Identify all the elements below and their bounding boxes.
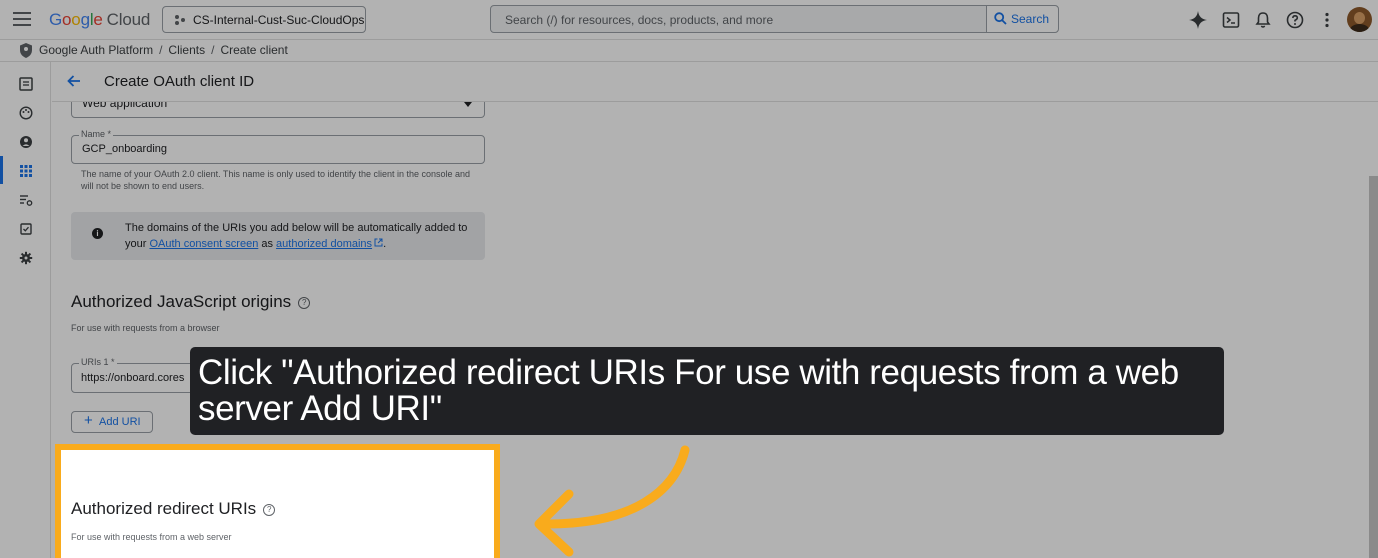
search-bar[interactable]: Search (/) for resources, docs, products…: [490, 5, 1059, 33]
project-icon: [175, 15, 185, 25]
clients-grid-icon[interactable]: [19, 164, 33, 178]
plus-icon: +: [84, 412, 93, 429]
branding-palette-icon[interactable]: [19, 106, 33, 120]
help-circle-icon[interactable]: ?: [298, 297, 311, 309]
domains-info-banner: i The domains of the URIs you add below …: [71, 212, 485, 260]
left-nav: [0, 62, 51, 558]
name-field-label: Name *: [79, 129, 114, 139]
breadcrumb-create-client: Create client: [220, 43, 288, 57]
settings-gear-icon[interactable]: [19, 251, 33, 265]
name-help-text: The name of your OAuth 2.0 client. This …: [81, 169, 471, 191]
redirect-uris-highlight[interactable]: Authorized redirect URIs? For use with r…: [55, 444, 500, 558]
oauth-consent-screen-link[interactable]: OAuth consent screen: [149, 238, 258, 250]
help-icon[interactable]: [1285, 10, 1305, 30]
js-origins-heading: Authorized JavaScript origins?: [71, 292, 311, 312]
search-input[interactable]: Search (/) for resources, docs, products…: [505, 13, 773, 27]
audience-person-icon[interactable]: [19, 135, 33, 149]
cloud-shell-icon[interactable]: [1221, 10, 1241, 30]
application-type-value: Web application: [82, 102, 168, 110]
more-vert-icon[interactable]: [1317, 10, 1337, 30]
name-field-value: GCP_onboarding: [82, 143, 168, 155]
add-js-origin-uri-button[interactable]: + Add URI: [71, 411, 153, 433]
overview-dashboard-icon[interactable]: [19, 77, 33, 91]
breadcrumb-google-auth-platform[interactable]: Google Auth Platform: [39, 43, 153, 57]
help-circle-icon[interactable]: ?: [263, 504, 276, 516]
gemini-sparkle-icon[interactable]: [1188, 10, 1208, 30]
top-bar: Google Cloud CS-Internal-Cust-Suc-CloudOp…: [0, 0, 1378, 40]
search-button[interactable]: Search: [986, 6, 1058, 32]
redirect-uris-subtitle: For use with requests from a web server: [71, 532, 232, 542]
breadcrumb: Google Auth Platform / Clients / Create clie…: [0, 40, 1378, 62]
shield-icon: [20, 43, 32, 58]
notifications-bell-icon[interactable]: [1253, 10, 1273, 30]
info-icon: i: [92, 228, 103, 239]
name-field[interactable]: Name * GCP_onboarding: [71, 129, 485, 164]
data-access-list-icon[interactable]: [19, 193, 33, 207]
active-nav-indicator: [0, 156, 3, 184]
page-header: Create OAuth client ID: [52, 62, 1378, 102]
redirect-uris-heading: Authorized redirect URIs?: [71, 499, 276, 519]
back-arrow-icon[interactable]: [66, 73, 82, 89]
curved-arrow-icon: [534, 445, 690, 557]
tutorial-instruction: Click "Authorized redirect URIs For use …: [198, 353, 1179, 428]
page-scrollbar[interactable]: [1369, 176, 1378, 558]
menu-icon[interactable]: [13, 12, 31, 26]
open-in-new-icon: [374, 238, 383, 247]
js-origins-subtitle: For use with requests from a browser: [71, 323, 220, 333]
application-type-select[interactable]: Web application: [71, 102, 485, 118]
search-icon: [994, 12, 1007, 25]
tutorial-tooltip: Click "Authorized redirect URIs For use …: [190, 347, 1224, 435]
project-picker[interactable]: CS-Internal-Cust-Suc-CloudOps: [162, 6, 366, 33]
page-title: Create OAuth client ID: [104, 73, 255, 90]
project-name: CS-Internal-Cust-Suc-CloudOps: [193, 13, 365, 27]
breadcrumb-clients[interactable]: Clients: [168, 43, 205, 57]
account-avatar[interactable]: [1347, 7, 1372, 32]
google-cloud-logo[interactable]: Google Cloud: [49, 10, 150, 30]
verification-center-icon[interactable]: [19, 222, 33, 236]
uri-field-label: URIs 1 *: [79, 357, 117, 367]
chevron-down-icon: [464, 102, 472, 107]
authorized-domains-link[interactable]: authorized domains: [276, 238, 372, 250]
uri-field-value: https://onboard.cores: [81, 372, 185, 384]
